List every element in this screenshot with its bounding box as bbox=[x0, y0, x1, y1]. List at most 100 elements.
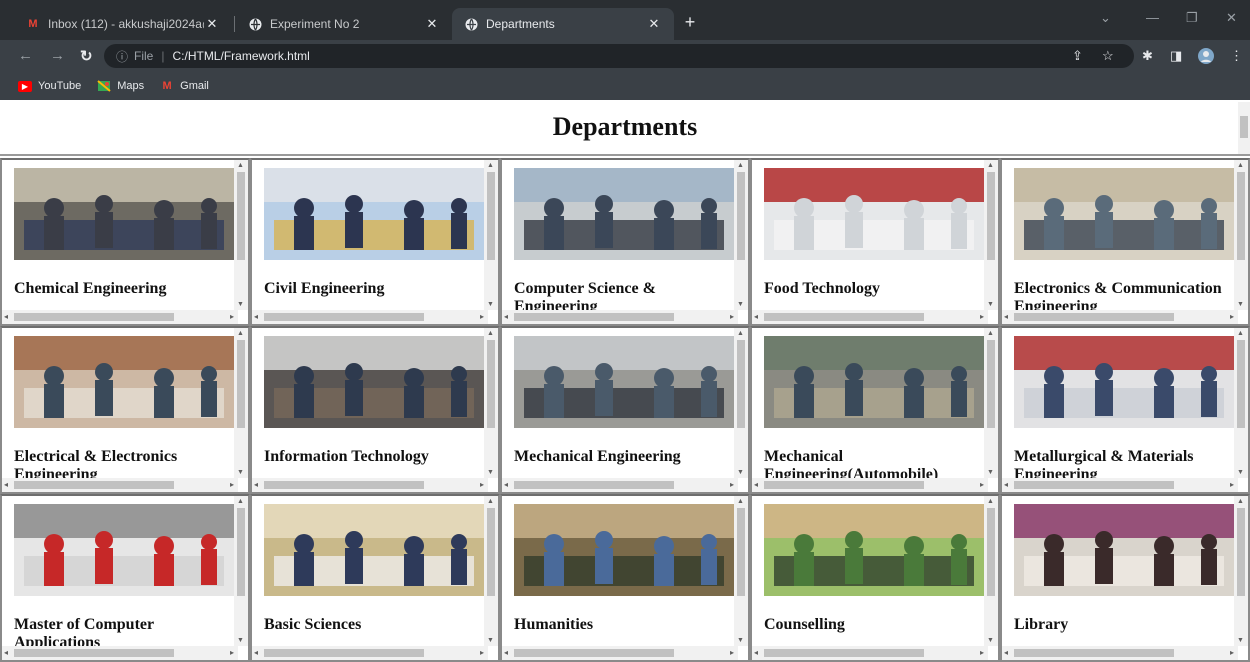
scroll-down-icon[interactable]: ▼ bbox=[737, 469, 744, 476]
scroll-thumb[interactable] bbox=[1014, 481, 1174, 489]
frame-vertical-scrollbar[interactable]: ▲ ▼ bbox=[484, 160, 498, 310]
frame-horizontal-scrollbar[interactable]: ◂ ▸ bbox=[2, 310, 238, 324]
share-icon[interactable]: ⇪ bbox=[1072, 48, 1083, 64]
scroll-right-icon[interactable]: ▸ bbox=[480, 480, 484, 489]
frame-horizontal-scrollbar[interactable]: ◂ ▸ bbox=[752, 478, 988, 492]
scroll-up-icon[interactable]: ▲ bbox=[487, 330, 494, 337]
scroll-thumb[interactable] bbox=[987, 172, 995, 260]
scroll-up-icon[interactable]: ▲ bbox=[237, 162, 244, 169]
scroll-thumb[interactable] bbox=[237, 340, 245, 428]
frame-vertical-scrollbar[interactable]: ▲ ▼ bbox=[234, 160, 248, 310]
scroll-up-icon[interactable]: ▲ bbox=[1237, 330, 1244, 337]
scroll-thumb[interactable] bbox=[514, 313, 674, 321]
frame-horizontal-scrollbar[interactable]: ◂ ▸ bbox=[252, 478, 488, 492]
scroll-down-icon[interactable]: ▼ bbox=[987, 301, 994, 308]
scroll-right-icon[interactable]: ▸ bbox=[730, 312, 734, 321]
frame-vertical-scrollbar[interactable]: ▲ ▼ bbox=[234, 328, 248, 478]
scroll-up-icon[interactable]: ▲ bbox=[737, 498, 744, 505]
frame-horizontal-scrollbar[interactable]: ◂ ▸ bbox=[252, 646, 488, 660]
bookmark-star-icon[interactable]: ☆ bbox=[1102, 48, 1114, 64]
scroll-up-icon[interactable]: ▲ bbox=[487, 162, 494, 169]
profile-avatar-icon[interactable] bbox=[1198, 48, 1214, 67]
scroll-thumb[interactable] bbox=[487, 172, 495, 260]
scroll-thumb[interactable] bbox=[1014, 649, 1174, 657]
frame-horizontal-scrollbar[interactable]: ◂ ▸ bbox=[1002, 310, 1238, 324]
reload-icon[interactable]: ↻ bbox=[80, 47, 93, 65]
heading-frame-scrollbar[interactable] bbox=[1238, 102, 1250, 154]
scroll-thumb[interactable] bbox=[14, 313, 174, 321]
scroll-left-icon[interactable]: ◂ bbox=[504, 312, 508, 321]
scroll-left-icon[interactable]: ◂ bbox=[1004, 312, 1008, 321]
frame-vertical-scrollbar[interactable]: ▲ ▼ bbox=[484, 328, 498, 478]
scroll-thumb[interactable] bbox=[987, 508, 995, 596]
scroll-down-icon[interactable]: ▼ bbox=[237, 301, 244, 308]
scroll-up-icon[interactable]: ▲ bbox=[737, 330, 744, 337]
scroll-thumb[interactable] bbox=[1237, 508, 1245, 596]
frame-horizontal-scrollbar[interactable]: ◂ ▸ bbox=[752, 310, 988, 324]
menu-icon[interactable]: ⋮ bbox=[1230, 48, 1243, 64]
extensions-icon[interactable]: ✱ bbox=[1142, 48, 1153, 64]
scroll-left-icon[interactable]: ◂ bbox=[754, 312, 758, 321]
scroll-right-icon[interactable]: ▸ bbox=[230, 480, 234, 489]
bookmark-youtube[interactable]: ▶ YouTube bbox=[18, 80, 81, 92]
scroll-thumb[interactable] bbox=[737, 172, 745, 260]
window-close-icon[interactable]: ✕ bbox=[1226, 10, 1237, 26]
scroll-right-icon[interactable]: ▸ bbox=[730, 480, 734, 489]
scroll-thumb[interactable] bbox=[14, 649, 174, 657]
scroll-thumb[interactable] bbox=[987, 340, 995, 428]
scroll-right-icon[interactable]: ▸ bbox=[980, 648, 984, 657]
scroll-right-icon[interactable]: ▸ bbox=[1230, 312, 1234, 321]
frame-vertical-scrollbar[interactable]: ▲ ▼ bbox=[984, 496, 998, 646]
scroll-thumb[interactable] bbox=[514, 649, 674, 657]
frame-vertical-scrollbar[interactable]: ▲ ▼ bbox=[1234, 160, 1248, 310]
scroll-right-icon[interactable]: ▸ bbox=[480, 648, 484, 657]
scroll-right-icon[interactable]: ▸ bbox=[730, 648, 734, 657]
close-icon[interactable]: ✕ bbox=[646, 16, 662, 32]
scroll-up-icon[interactable]: ▲ bbox=[237, 498, 244, 505]
scroll-left-icon[interactable]: ◂ bbox=[504, 480, 508, 489]
scroll-left-icon[interactable]: ◂ bbox=[1004, 648, 1008, 657]
scroll-left-icon[interactable]: ◂ bbox=[754, 480, 758, 489]
scroll-thumb[interactable] bbox=[764, 481, 924, 489]
scroll-thumb[interactable] bbox=[1014, 313, 1174, 321]
frame-vertical-scrollbar[interactable]: ▲ ▼ bbox=[734, 160, 748, 310]
scroll-up-icon[interactable]: ▲ bbox=[737, 162, 744, 169]
scroll-down-icon[interactable]: ▼ bbox=[987, 469, 994, 476]
back-icon[interactable]: ← bbox=[18, 47, 33, 64]
minimize-icon[interactable]: — bbox=[1146, 10, 1159, 25]
close-icon[interactable]: ✕ bbox=[204, 16, 220, 32]
frame-vertical-scrollbar[interactable]: ▲ ▼ bbox=[734, 496, 748, 646]
tab-experiment[interactable]: Experiment No 2 ✕ bbox=[236, 8, 452, 40]
frame-horizontal-scrollbar[interactable]: ◂ ▸ bbox=[1002, 478, 1238, 492]
restore-icon[interactable]: ❐ bbox=[1186, 10, 1198, 26]
scroll-left-icon[interactable]: ◂ bbox=[1004, 480, 1008, 489]
site-info-icon[interactable]: ⓘ bbox=[116, 48, 128, 65]
frame-vertical-scrollbar[interactable]: ▲ ▼ bbox=[734, 328, 748, 478]
scroll-thumb[interactable] bbox=[1237, 172, 1245, 260]
frame-vertical-scrollbar[interactable]: ▲ ▼ bbox=[484, 496, 498, 646]
scroll-left-icon[interactable]: ◂ bbox=[254, 648, 258, 657]
scroll-thumb[interactable] bbox=[264, 313, 424, 321]
scroll-up-icon[interactable]: ▲ bbox=[1237, 498, 1244, 505]
scroll-down-icon[interactable]: ▼ bbox=[1237, 637, 1244, 644]
scroll-thumb[interactable] bbox=[237, 508, 245, 596]
scroll-down-icon[interactable]: ▼ bbox=[737, 637, 744, 644]
scroll-left-icon[interactable]: ◂ bbox=[4, 480, 8, 489]
scroll-down-icon[interactable]: ▼ bbox=[737, 301, 744, 308]
scroll-up-icon[interactable]: ▲ bbox=[487, 498, 494, 505]
frame-horizontal-scrollbar[interactable]: ◂ ▸ bbox=[502, 310, 738, 324]
scroll-right-icon[interactable]: ▸ bbox=[230, 312, 234, 321]
frame-horizontal-scrollbar[interactable]: ◂ ▸ bbox=[252, 310, 488, 324]
scroll-left-icon[interactable]: ◂ bbox=[4, 312, 8, 321]
frame-horizontal-scrollbar[interactable]: ◂ ▸ bbox=[1002, 646, 1238, 660]
tab-search-icon[interactable]: ⌄ bbox=[1100, 10, 1111, 26]
scroll-down-icon[interactable]: ▼ bbox=[487, 637, 494, 644]
bookmark-gmail[interactable]: M Gmail bbox=[160, 80, 209, 92]
scroll-thumb[interactable] bbox=[487, 508, 495, 596]
scroll-up-icon[interactable]: ▲ bbox=[987, 498, 994, 505]
forward-icon[interactable]: → bbox=[50, 47, 65, 64]
scroll-up-icon[interactable]: ▲ bbox=[1237, 162, 1244, 169]
scroll-left-icon[interactable]: ◂ bbox=[254, 480, 258, 489]
scroll-down-icon[interactable]: ▼ bbox=[487, 469, 494, 476]
frame-horizontal-scrollbar[interactable]: ◂ ▸ bbox=[502, 646, 738, 660]
